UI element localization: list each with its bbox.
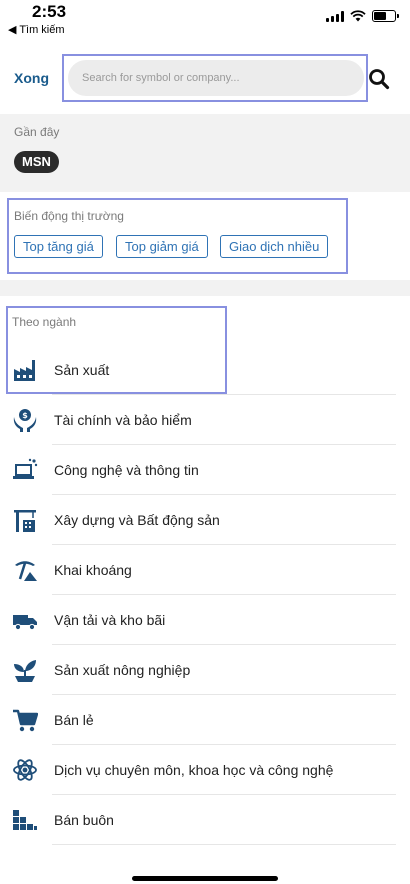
search-input[interactable]: [68, 60, 364, 96]
top-losers-button[interactable]: Top giảm giá: [116, 235, 208, 258]
industry-label-text: Khai khoáng: [54, 562, 132, 578]
industry-item-agriculture[interactable]: Sản xuất nông nghiệp: [0, 645, 410, 695]
wifi-icon: [350, 10, 366, 22]
recent-label: Gần đây: [14, 125, 60, 139]
industry-label: Theo ngành: [12, 315, 77, 329]
industry-label-text: Tài chính và bảo hiểm: [54, 412, 192, 428]
plant-icon: [14, 660, 36, 682]
industry-label-text: Sản xuất: [54, 362, 110, 378]
search-icon[interactable]: [368, 68, 390, 90]
laptop-tech-icon: [13, 458, 38, 479]
shopping-cart-icon: [13, 709, 38, 732]
industry-item-finance[interactable]: $ Tài chính và bảo hiểm: [0, 395, 410, 445]
section-divider: [0, 280, 410, 296]
industry-list: Sản xuất $ Tài chính và bảo hiểm Công ng…: [0, 345, 410, 845]
industry-label-text: Sản xuất nông nghiệp: [54, 662, 191, 678]
industry-item-science-services[interactable]: Dịch vụ chuyên môn, khoa học và công ngh…: [0, 745, 410, 795]
search-bar-row: Xong: [0, 52, 410, 104]
recent-section: Gần đây MSN: [0, 114, 410, 192]
industry-label-text: Dịch vụ chuyên môn, khoa học và công ngh…: [54, 762, 334, 778]
industry-label-text: Công nghệ và thông tin: [54, 462, 199, 478]
top-gainers-button[interactable]: Top tăng giá: [14, 235, 103, 258]
status-icons: [326, 10, 399, 22]
industry-label-text: Bán buôn: [54, 812, 114, 828]
battery-icon: [372, 10, 399, 22]
industry-label-text: Bán lẻ: [54, 712, 94, 728]
industry-item-manufacturing[interactable]: Sản xuất: [0, 345, 410, 395]
industry-item-wholesale[interactable]: Bán buôn: [0, 795, 410, 845]
atom-icon: [13, 759, 37, 781]
industry-item-construction[interactable]: Xây dựng và Bất động sản: [0, 495, 410, 545]
factory-icon: [14, 360, 35, 381]
industry-item-transport[interactable]: Vận tải và kho bãi: [0, 595, 410, 645]
done-button[interactable]: Xong: [14, 70, 49, 86]
industry-item-mining[interactable]: Khai khoáng: [0, 545, 410, 595]
industry-label-text: Xây dựng và Bất động sản: [54, 512, 220, 528]
back-to-search-link[interactable]: ◀ Tìm kiếm: [8, 23, 65, 36]
most-traded-button[interactable]: Giao dịch nhiều: [220, 235, 329, 258]
industry-item-technology[interactable]: Công nghệ và thông tin: [0, 445, 410, 495]
market-label: Biến động thị trường: [14, 209, 124, 223]
truck-icon: [13, 615, 37, 631]
status-bar: 2:53 ◀ Tìm kiếm: [0, 0, 410, 40]
industry-item-retail[interactable]: Bán lẻ: [0, 695, 410, 745]
market-movement-section: Biến động thị trường Top tăng giá Top gi…: [0, 192, 410, 280]
boxes-icon: [13, 810, 37, 830]
clock: 2:53: [32, 2, 67, 21]
mining-icon: [15, 561, 37, 581]
svg-text:$: $: [22, 411, 28, 420]
recent-symbol-chip[interactable]: MSN: [14, 151, 59, 173]
home-indicator[interactable]: [132, 876, 278, 881]
cellular-signal-icon: [326, 10, 344, 22]
construction-crane-icon: [14, 510, 36, 532]
finance-hands-icon: $: [13, 409, 37, 432]
industry-label-text: Vận tải và kho bãi: [54, 612, 166, 628]
